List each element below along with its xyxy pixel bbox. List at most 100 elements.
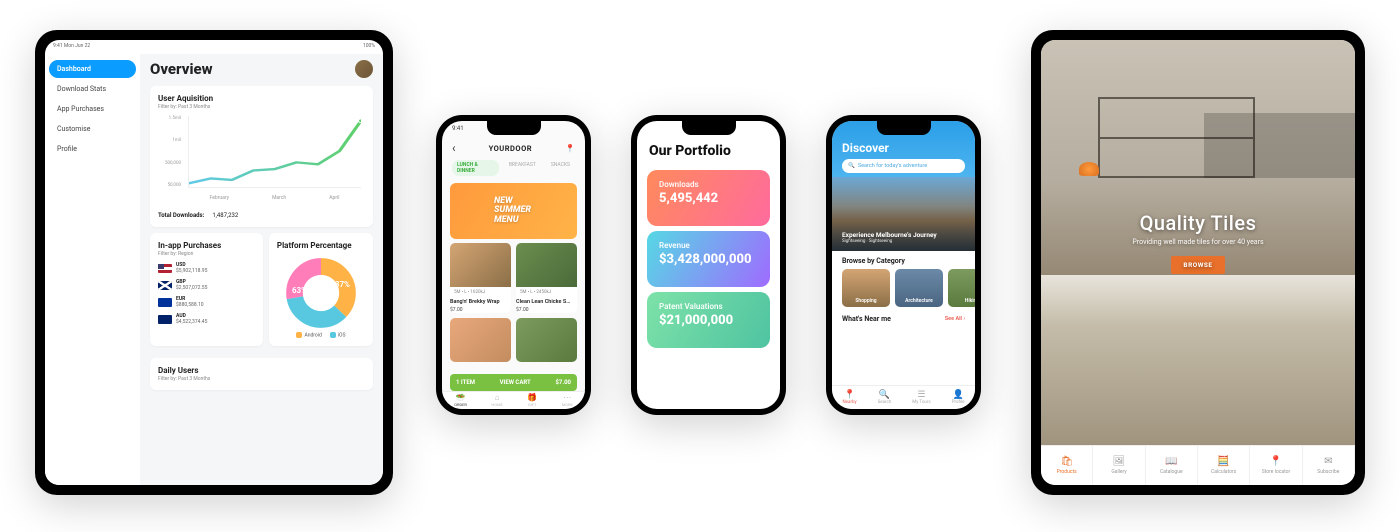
browse-button[interactable]: BROWSE — [1171, 256, 1224, 274]
ipad-tiles: Quality Tiles Providing well made tiles … — [1031, 30, 1365, 495]
stat-label: Revenue — [659, 241, 758, 250]
food-item[interactable]: 5M • L • 1620kJ Bang'n' Brekky Wrap $7.0… — [450, 243, 511, 313]
search-input[interactable]: 🔍 Search for today's adventure — [842, 159, 965, 173]
total-downloads-label: Total Downloads: — [158, 212, 204, 219]
card-subheading[interactable]: Filter by: Past 3 Months — [158, 104, 365, 110]
phone-discover: Discover 🔍 Search for today's adventure … — [826, 115, 981, 415]
flag-au-icon — [158, 315, 172, 324]
category-hiking[interactable]: Hiking — [948, 269, 975, 307]
ytick: 500,000 — [158, 161, 181, 166]
tab-home[interactable]: ⌂HOME — [491, 394, 502, 407]
food-image — [450, 318, 511, 362]
category-architecture[interactable]: Architecture — [895, 269, 943, 307]
pin-icon: 📍 — [842, 391, 856, 400]
card-daily-users: Daily Users Filter by: Past 3 Months — [150, 358, 373, 390]
avatar[interactable] — [355, 60, 373, 78]
ytick: 1.5mil — [158, 116, 181, 121]
hero-title: Experience Melbourne's Journey — [842, 231, 937, 239]
sidebar-item-profile[interactable]: Profile — [49, 140, 136, 158]
xtick: February — [210, 195, 229, 206]
section-heading: What's Near me — [842, 315, 891, 323]
flag-eu-icon — [158, 298, 172, 307]
tab-calculators[interactable]: 🧮Calculators — [1198, 446, 1250, 485]
phone-portfolio: Our Portfolio Downloads 5,495,442 Revenu… — [631, 115, 786, 415]
sidebar: Dashboard Download Stats App Purchases C… — [45, 54, 140, 485]
currency-value: $880,588.10 — [176, 302, 204, 308]
tab-search[interactable]: 🔍Search — [878, 391, 892, 405]
tab-store-locator[interactable]: 📍Store locator — [1250, 446, 1302, 485]
promo-line: MENU — [494, 216, 531, 225]
page-title: Overview — [150, 60, 213, 78]
tab-subscribe[interactable]: ✉Subscribe — [1303, 446, 1355, 485]
stat-label: Downloads — [659, 180, 758, 189]
list-icon: ☰ — [912, 391, 930, 400]
card-heading: Platform Percentage — [277, 241, 365, 250]
phone-food-order: 9:41 ‹ YOURDOOR 📍 LUNCH & DINNER BREAKFA… — [436, 115, 591, 415]
flag-us-icon — [158, 264, 172, 273]
sidebar-item-dashboard[interactable]: Dashboard — [49, 60, 136, 78]
sidebar-item-app-purchases[interactable]: App Purchases — [49, 100, 136, 118]
bowl-icon: 🥗 — [454, 394, 467, 402]
image-icon: 🖼 — [1113, 456, 1126, 467]
tab-breakfast[interactable]: BREAKFAST — [504, 160, 541, 176]
tab-more[interactable]: ⋯MORE — [562, 394, 573, 407]
cart-total: $7.00 — [555, 379, 571, 386]
stat-patents[interactable]: Patent Valuations $21,000,000 — [647, 292, 770, 348]
legend-swatch-android-icon — [296, 332, 302, 338]
food-item[interactable]: 5M • L • 2450kJ Clean Lean Chicke S… $7.… — [516, 243, 577, 313]
search-icon: 🔍 — [848, 163, 855, 169]
category-shopping[interactable]: Shopping — [842, 269, 890, 307]
hero-card[interactable]: Experience Melbourne's Journey Sightseei… — [832, 177, 975, 251]
stat-label: Patent Valuations — [659, 302, 758, 311]
food-price: $7.00 — [450, 307, 511, 313]
tab-snacks[interactable]: SNACKS — [546, 160, 575, 176]
search-icon: 🔍 — [878, 391, 892, 400]
location-icon[interactable]: 📍 — [565, 144, 575, 153]
food-image — [516, 243, 577, 287]
currency-value: $2,507,072.55 — [176, 285, 207, 291]
food-image — [450, 243, 511, 287]
tab-gift[interactable]: 🎁GIFT — [527, 394, 537, 407]
ipad-dashboard: 9:41 Mon Jun 22 100% Dashboard Download … — [35, 30, 393, 495]
legend-label: iOS — [338, 332, 346, 338]
card-heading: User Aquisition — [158, 94, 365, 103]
card-subheading[interactable]: Filter by: Region — [158, 251, 255, 257]
stat-value: $3,428,000,000 — [659, 252, 758, 267]
ytick: 1mil — [158, 138, 181, 143]
page-title: Our Portfolio — [637, 141, 780, 165]
ytick: 50,000 — [158, 183, 181, 188]
food-item[interactable] — [516, 318, 577, 362]
card-subheading[interactable]: Filter by: Past 3 Months — [158, 376, 365, 382]
tab-my-tours[interactable]: ☰My Tours — [912, 391, 930, 405]
hero-image: Quality Tiles Providing well made tiles … — [1041, 40, 1355, 445]
promo-banner[interactable]: NEW SUMMER MENU — [450, 183, 577, 239]
sidebar-item-download-stats[interactable]: Download Stats — [49, 80, 136, 98]
stat-downloads[interactable]: Downloads 5,495,442 — [647, 170, 770, 226]
tab-order[interactable]: 🥗ORDER — [454, 394, 467, 407]
line-chart: 1.5mil 1mil 500,000 50,000 — [158, 116, 365, 206]
app-title: YOURDOOR — [489, 144, 532, 153]
card-heading: Daily Users — [158, 366, 365, 375]
stat-revenue[interactable]: Revenue $3,428,000,000 — [647, 231, 770, 287]
see-all-link[interactable]: See All › — [945, 316, 965, 322]
card-user-aquisition: User Aquisition Filter by: Past 3 Months… — [150, 86, 373, 227]
category-tabs: LUNCH & DINNER BREAKFAST SNACKS — [442, 157, 585, 179]
tab-products[interactable]: 🛍Products — [1041, 446, 1093, 485]
home-icon: ⌂ — [491, 394, 502, 402]
tab-catalogue[interactable]: 📖Catalogue — [1146, 446, 1198, 485]
calculator-icon: 🧮 — [1217, 456, 1229, 467]
total-downloads-value: 1,487,232 — [212, 212, 238, 219]
tab-lunch-dinner[interactable]: LUNCH & DINNER — [452, 160, 499, 176]
food-item[interactable] — [450, 318, 511, 362]
view-cart-button[interactable]: 1 ITEM VIEW CART $7.00 — [450, 374, 577, 391]
gift-icon: 🎁 — [527, 394, 537, 402]
book-icon: 📖 — [1165, 456, 1177, 467]
sidebar-item-customise[interactable]: Customise — [49, 120, 136, 138]
pct-ios: 37% — [335, 280, 350, 289]
xtick: March — [272, 195, 286, 206]
back-button[interactable]: ‹ — [452, 141, 456, 155]
tab-gallery[interactable]: 🖼Gallery — [1093, 446, 1145, 485]
tab-nearby[interactable]: 📍Nearby — [842, 391, 856, 405]
hero-title: Quality Tiles — [1132, 211, 1263, 235]
tab-profile[interactable]: 👤Profile — [952, 391, 965, 405]
